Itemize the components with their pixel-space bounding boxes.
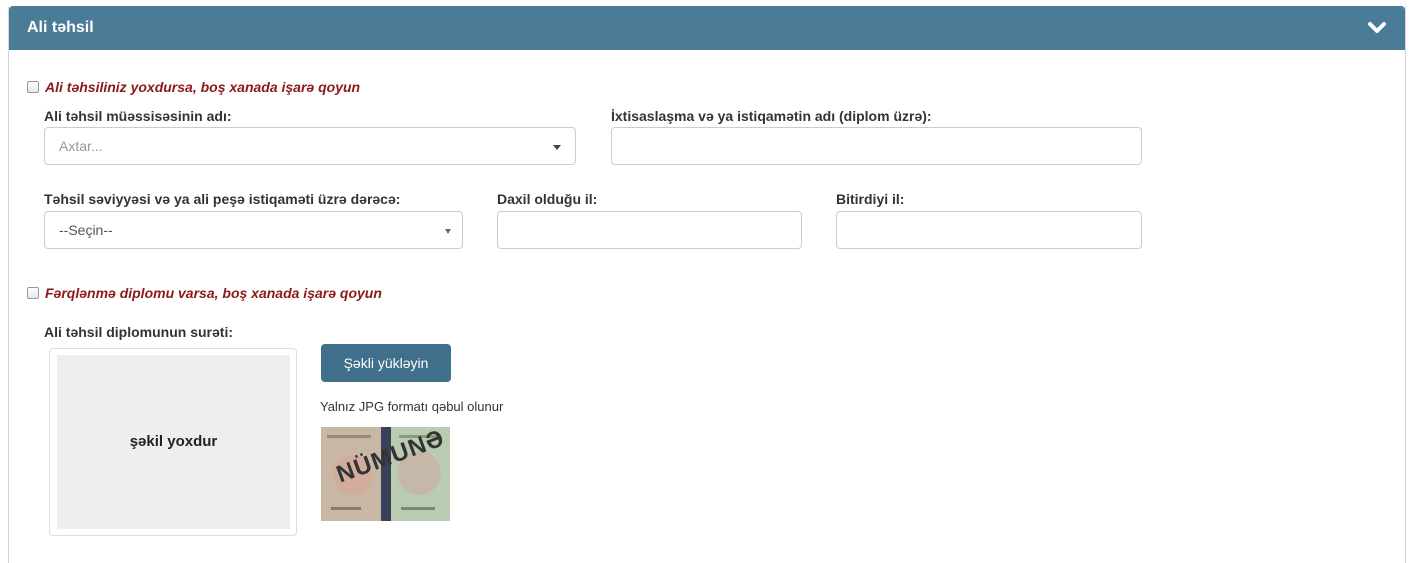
upload-image-button[interactable]: Şəkli yükləyin — [321, 344, 451, 382]
no-image-text: şəkil yoxdur — [129, 433, 218, 450]
image-placeholder: şəkil yoxdur — [57, 355, 290, 529]
caret-down-icon — [445, 229, 451, 234]
entry-year-label: Daxil olduğu il: — [497, 191, 598, 207]
institution-select[interactable]: Axtar... — [44, 127, 576, 165]
degree-selected: --Seçin-- — [59, 222, 113, 238]
sample-diploma-image: NÜMUNƏ — [321, 427, 450, 521]
specialization-input[interactable] — [611, 127, 1142, 165]
graduation-year-input[interactable] — [836, 211, 1142, 249]
degree-label: Təhsil səviyyəsi və ya ali peşə istiqamə… — [44, 191, 401, 207]
honors-diploma-label: Fərqlənmə diplomu varsa, boş xanada işar… — [45, 285, 382, 301]
diploma-image-preview: şəkil yoxdur — [49, 348, 297, 536]
panel-header[interactable]: Ali təhsil — [9, 6, 1405, 50]
degree-select[interactable]: --Seçin-- — [44, 211, 463, 249]
panel-title: Ali təhsil — [27, 19, 94, 36]
format-note: Yalnız JPG formatı qəbul olunur — [320, 399, 504, 414]
no-higher-education-checkbox[interactable] — [27, 81, 39, 93]
institution-placeholder: Axtar... — [59, 138, 103, 154]
diploma-copy-label: Ali təhsil diplomunun surəti: — [44, 324, 233, 340]
institution-label: Ali təhsil müəssisəsinin adı: — [44, 108, 232, 124]
chevron-down-icon[interactable] — [1365, 16, 1389, 40]
specialization-label: İxtisaslaşma və ya istiqamətin adı (dipl… — [611, 108, 932, 124]
entry-year-input[interactable] — [497, 211, 802, 249]
graduation-year-label: Bitirdiyi il: — [836, 191, 905, 207]
caret-down-icon — [553, 145, 561, 150]
no-higher-education-label: Ali təhsiliniz yoxdursa, boş xanada işar… — [45, 79, 361, 95]
honors-diploma-checkbox[interactable] — [27, 287, 39, 299]
